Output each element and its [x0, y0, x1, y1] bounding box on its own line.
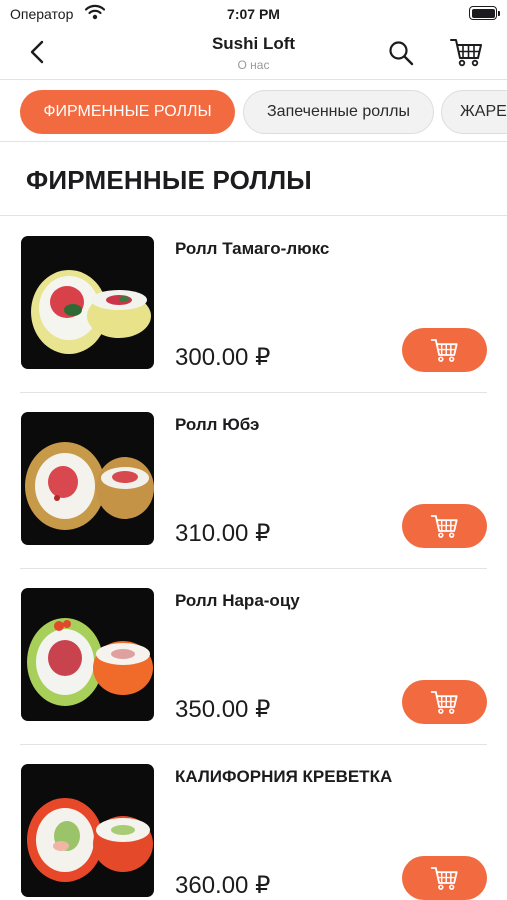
navigation-bar: Sushi Loft О нас	[0, 28, 507, 80]
section-header: ФИРМЕННЫЕ РОЛЛЫ	[0, 143, 507, 216]
product-price: 350.00 ₽	[175, 696, 271, 723]
add-to-cart-button[interactable]	[402, 328, 487, 372]
cart-icon	[430, 339, 458, 362]
product-photo[interactable]	[21, 236, 154, 369]
product-photo[interactable]	[21, 412, 154, 545]
nav-titles: Sushi Loft О нас	[0, 34, 507, 72]
tab-signature-rolls[interactable]: ФИРМЕННЫЕ РОЛЛЫ	[20, 90, 235, 134]
product-card[interactable]: Ролл Нара-оцу 350.00 ₽	[0, 569, 507, 745]
clock: 7:07 PM	[227, 6, 280, 22]
product-photo[interactable]	[21, 588, 154, 721]
cart-icon	[430, 867, 458, 890]
product-list: Ролл Тамаго-люкс 300.00 ₽ Ролл Юбэ 310.0…	[0, 217, 507, 900]
cart-icon	[430, 515, 458, 538]
product-name: КАЛИФОРНИЯ КРЕВЕТКА	[175, 767, 393, 786]
cart-icon[interactable]	[449, 36, 485, 68]
nav-title: Sushi Loft	[211, 34, 296, 53]
category-tabs: ФИРМЕННЫЕ РОЛЛЫ Запеченные роллы ЖАРЕ	[0, 80, 507, 142]
tab-fried-rolls[interactable]: ЖАРЕ	[441, 90, 507, 134]
about-link[interactable]: О нас	[0, 58, 507, 72]
product-photo[interactable]	[21, 764, 154, 897]
add-to-cart-button[interactable]	[402, 680, 487, 724]
product-card[interactable]: Ролл Юбэ 310.00 ₽	[0, 393, 507, 569]
product-card[interactable]: КАЛИФОРНИЯ КРЕВЕТКА 360.00 ₽	[0, 745, 507, 900]
tab-baked-rolls[interactable]: Запеченные роллы	[243, 90, 434, 134]
product-price: 300.00 ₽	[175, 344, 271, 371]
add-to-cart-button[interactable]	[402, 856, 487, 900]
battery-icon	[469, 6, 500, 20]
product-name: Ролл Тамаго-люкс	[175, 239, 330, 258]
product-card[interactable]: Ролл Тамаго-люкс 300.00 ₽	[0, 217, 507, 393]
product-name: Ролл Юбэ	[175, 415, 260, 434]
cart-icon	[430, 691, 458, 714]
product-price: 310.00 ₽	[175, 520, 271, 547]
search-icon[interactable]	[386, 38, 416, 68]
section-title: ФИРМЕННЫЕ РОЛЛЫ	[26, 165, 312, 195]
add-to-cart-button[interactable]	[402, 504, 487, 548]
status-bar: Оператор 7:07 PM	[0, 0, 507, 28]
product-price: 360.00 ₽	[175, 872, 271, 899]
product-name: Ролл Нара-оцу	[175, 591, 300, 610]
